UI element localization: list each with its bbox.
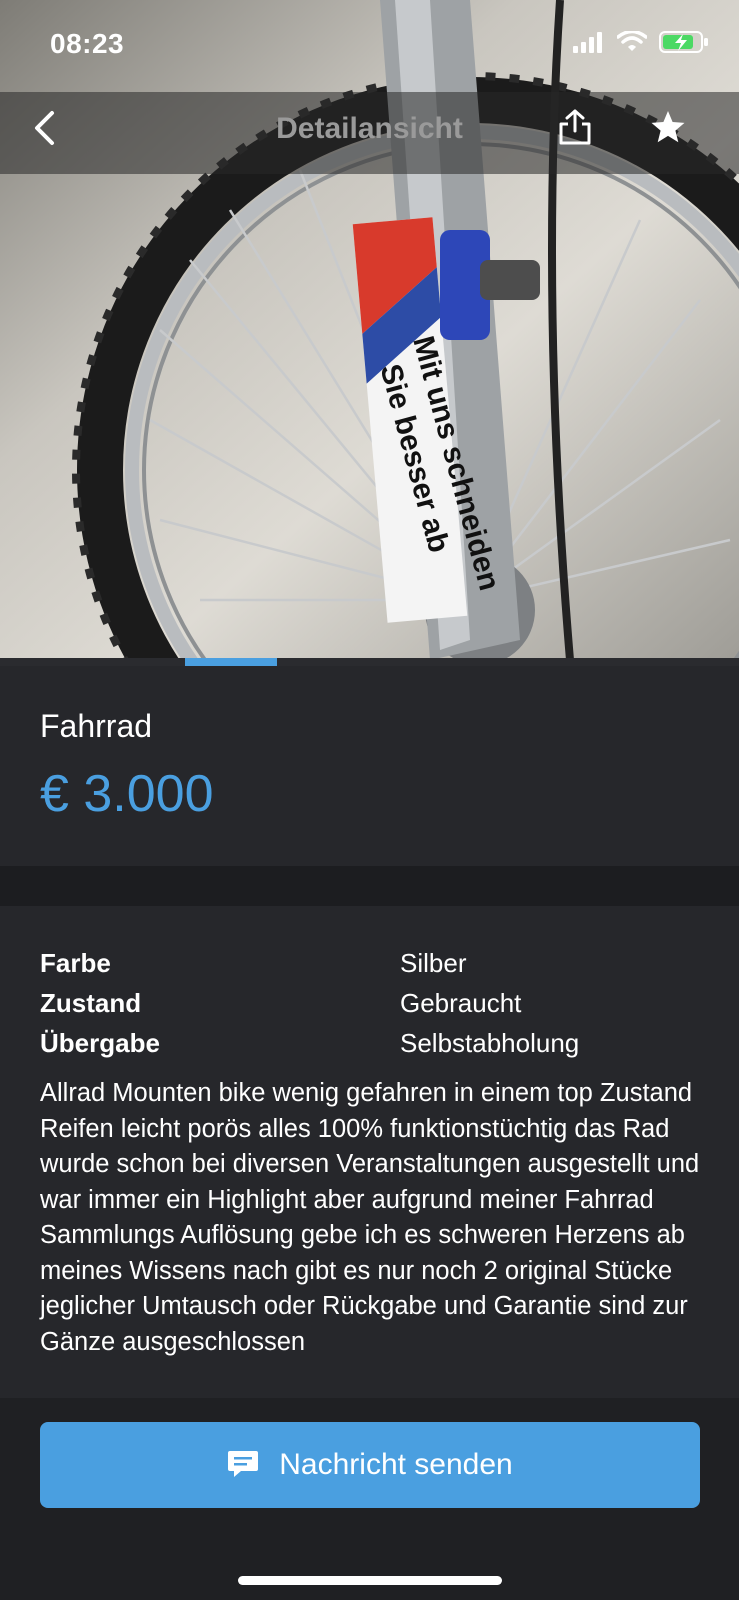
navigation-bar: Detailansicht — [0, 92, 739, 174]
listing-header: Fahrrad € 3.000 — [0, 666, 739, 866]
chat-bubble-icon — [227, 1449, 259, 1482]
status-icons — [573, 29, 709, 59]
bottom-action-bar: Nachricht senden — [0, 1398, 739, 1600]
battery-charging-icon — [659, 30, 709, 59]
wifi-icon — [616, 29, 648, 58]
attribute-key: Farbe — [40, 948, 111, 978]
share-icon — [558, 109, 592, 150]
send-message-button[interactable]: Nachricht senden — [40, 1422, 700, 1508]
pager-active-indicator — [184, 658, 278, 666]
attribute-row-farbe: Farbe Silber — [40, 948, 700, 988]
attribute-row-uebergabe: Übergabe Selbstabholung — [40, 1028, 700, 1068]
star-icon — [650, 110, 686, 149]
cellular-signal-icon — [573, 31, 605, 58]
attribute-value: Selbstabholung — [400, 1028, 580, 1058]
status-bar: 08:23 — [0, 0, 739, 92]
attribute-key: Übergabe — [40, 1028, 160, 1058]
status-time: 08:23 — [50, 28, 125, 59]
listing-price: € 3.000 — [40, 765, 214, 823]
section-divider — [0, 866, 739, 906]
favorite-button[interactable] — [645, 106, 691, 152]
send-message-label: Nachricht senden — [279, 1448, 513, 1481]
attribute-value: Silber — [400, 948, 467, 978]
attribute-value: Gebraucht — [400, 988, 522, 1018]
attribute-key: Zustand — [40, 988, 142, 1018]
listing-title: Fahrrad — [40, 708, 153, 744]
attribute-row-zustand: Zustand Gebraucht — [40, 988, 700, 1028]
page-title: Detailansicht — [276, 112, 463, 145]
listing-description: Allrad Mounten bike wenig gefahren in ei… — [40, 1079, 700, 1356]
listing-details: Farbe Silber Zustand Gebraucht Übergabe … — [0, 906, 739, 1400]
home-indicator[interactable] — [238, 1576, 502, 1585]
share-button[interactable] — [552, 106, 598, 152]
photo-pager — [0, 658, 739, 666]
